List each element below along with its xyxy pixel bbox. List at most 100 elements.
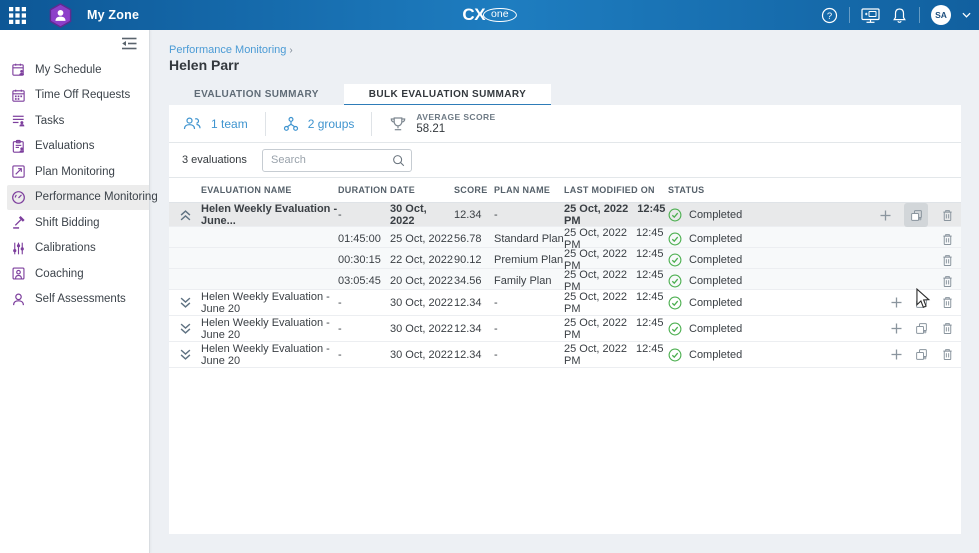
tasks-list-icon <box>11 113 26 128</box>
sidebar-item-evaluations[interactable]: Evaluations <box>0 134 149 160</box>
stats-row: 1 team 2 groups AVERAGE SCORE 58.21 <box>169 105 961 143</box>
copy-icon[interactable] <box>915 296 928 309</box>
col-plan-name: PLAN NAME <box>494 185 564 195</box>
sidebar-item-coaching[interactable]: Coaching <box>0 261 149 287</box>
status-label: Completed <box>689 233 742 245</box>
table-subrow[interactable]: 01:45:00 25 Oct, 2022 56.78 Standard Pla… <box>169 227 961 248</box>
table-subrow[interactable]: 03:05:45 20 Oct, 2022 34.56 Family Plan … <box>169 269 961 290</box>
completed-check-icon <box>668 232 682 246</box>
delete-icon[interactable] <box>941 254 954 267</box>
cell-date: 30 Oct, 2022 <box>390 203 454 227</box>
col-last-modified-on: LAST MODIFIED ON <box>564 185 668 195</box>
add-icon[interactable] <box>880 210 891 221</box>
expand-row-icon[interactable] <box>169 349 201 360</box>
table-row[interactable]: Helen Weekly Evaluation - June 20 - 30 O… <box>169 342 961 368</box>
screen-share-icon[interactable] <box>861 7 880 24</box>
row-actions <box>849 203 961 227</box>
logo-cx-text: CX <box>462 5 485 25</box>
person-icon <box>11 292 26 307</box>
row-actions <box>849 348 961 361</box>
search-icon[interactable] <box>392 154 405 167</box>
completed-check-icon <box>668 208 682 222</box>
sidebar-item-performance-monitoring[interactable]: Performance Monitoring <box>7 185 149 211</box>
breadcrumb[interactable]: Performance Monitoring› <box>169 44 293 56</box>
bulk-evaluation-card: 1 team 2 groups AVERAGE SCORE 58.21 3 ev… <box>169 105 961 534</box>
delete-icon[interactable] <box>941 322 954 335</box>
sidebar-item-label: Tasks <box>35 115 64 127</box>
cell-date: 30 Oct, 2022 <box>390 297 454 309</box>
sidebar-item-time-off-requests[interactable]: Time Off Requests <box>0 83 149 109</box>
sidebar-item-calibrations[interactable]: Calibrations <box>0 236 149 262</box>
cell-plan-name: - <box>494 297 564 309</box>
collapse-row-icon[interactable] <box>169 210 201 221</box>
groups-link[interactable]: 2 groups <box>283 116 355 132</box>
copy-button-hovered[interactable] <box>904 203 928 227</box>
team-link[interactable]: 1 team <box>182 116 248 131</box>
average-score-value: 58.21 <box>416 124 495 135</box>
table-subrow[interactable]: 00:30:15 22 Oct, 2022 90.12 Premium Plan… <box>169 248 961 269</box>
delete-icon[interactable] <box>941 233 954 246</box>
sidebar-item-shift-bidding[interactable]: Shift Bidding <box>0 210 149 236</box>
tab-bulk-evaluation-summary[interactable]: BULK EVALUATION SUMMARY <box>344 84 551 105</box>
sidebar-item-label: Coaching <box>35 268 84 280</box>
cell-score: 34.56 <box>454 275 494 287</box>
tab-evaluation-summary[interactable]: EVALUATION SUMMARY <box>169 84 344 105</box>
delete-icon[interactable] <box>941 209 954 222</box>
cell-date: 25 Oct, 2022 <box>390 233 454 245</box>
sidebar-item-plan-monitoring[interactable]: Plan Monitoring <box>0 159 149 185</box>
copy-icon[interactable] <box>915 348 928 361</box>
table-row[interactable]: Helen Weekly Evaluation - June 20 - 30 O… <box>169 290 961 316</box>
table-header: EVALUATION NAME DURATION DATE SCORE PLAN… <box>169 178 961 203</box>
add-icon[interactable] <box>891 297 902 308</box>
evaluations-clipboard-icon <box>11 139 26 154</box>
cell-plan-name: - <box>494 209 564 221</box>
table-row[interactable]: Helen Weekly Evaluation - June 20 - 30 O… <box>169 316 961 342</box>
col-date: DATE <box>390 185 454 195</box>
sidebar-item-my-schedule[interactable]: My Schedule <box>0 57 149 83</box>
cell-duration: - <box>338 297 390 309</box>
notifications-bell-icon[interactable] <box>891 7 908 24</box>
delete-icon[interactable] <box>941 275 954 288</box>
cell-last-modified: 25 Oct, 202212:45 PM <box>564 317 668 341</box>
help-icon[interactable] <box>821 7 838 24</box>
status-label: Completed <box>689 297 742 309</box>
tab-bar: EVALUATION SUMMARY BULK EVALUATION SUMMA… <box>169 84 551 105</box>
sidebar-item-self-assessments[interactable]: Self Assessments <box>0 287 149 313</box>
col-evaluation-name: EVALUATION NAME <box>201 185 338 195</box>
cell-duration: 00:30:15 <box>338 254 390 266</box>
user-menu-chevron-icon[interactable] <box>962 12 971 18</box>
cell-date: 30 Oct, 2022 <box>390 349 454 361</box>
row-actions <box>849 296 961 309</box>
status-badge: Completed <box>668 322 849 336</box>
groups-link-label[interactable]: 2 groups <box>308 117 355 131</box>
time-off-calendar-icon <box>11 88 26 103</box>
stats-divider <box>265 112 266 136</box>
expand-row-icon[interactable] <box>169 297 201 308</box>
cell-plan-name: Premium Plan <box>494 254 564 266</box>
table-row[interactable]: Helen Weekly Evaluation - June... - 30 O… <box>169 203 961 227</box>
col-score: SCORE <box>454 185 494 195</box>
user-avatar[interactable]: SA <box>931 5 951 25</box>
sidebar-item-tasks[interactable]: Tasks <box>0 108 149 134</box>
search-input[interactable] <box>262 149 412 172</box>
expand-row-icon[interactable] <box>169 323 201 334</box>
my-zone-badge-icon <box>48 3 73 28</box>
evaluation-count: 3 evaluations <box>182 154 249 166</box>
sidebar-item-label: Shift Bidding <box>35 217 100 229</box>
col-status: STATUS <box>668 185 849 195</box>
app-launcher-icon[interactable] <box>9 7 26 24</box>
cell-date: 30 Oct, 2022 <box>390 323 454 335</box>
copy-icon[interactable] <box>915 322 928 335</box>
team-link-label[interactable]: 1 team <box>211 117 248 131</box>
sidebar-nav: My Schedule Time Off Requests Tasks Eval… <box>0 57 149 312</box>
delete-icon[interactable] <box>941 348 954 361</box>
cell-duration: 03:05:45 <box>338 275 390 287</box>
breadcrumb-link[interactable]: Performance Monitoring <box>169 44 286 56</box>
cell-duration: - <box>338 323 390 335</box>
add-icon[interactable] <box>891 349 902 360</box>
delete-icon[interactable] <box>941 296 954 309</box>
add-icon[interactable] <box>891 323 902 334</box>
sidebar-collapse-icon[interactable] <box>120 36 138 51</box>
average-score: AVERAGE SCORE 58.21 <box>389 112 495 135</box>
cell-evaluation-name: Helen Weekly Evaluation - June 20 <box>201 343 338 367</box>
